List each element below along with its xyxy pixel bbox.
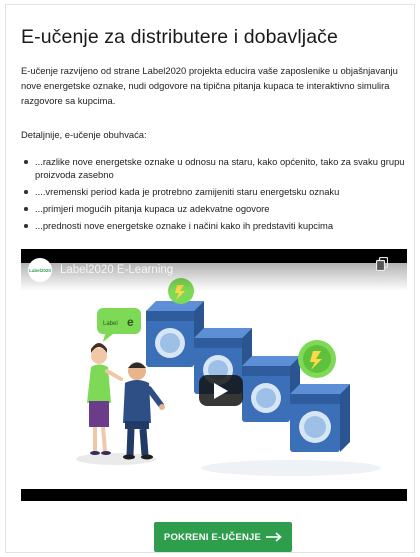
speech-bubble-icon: Label e	[97, 308, 141, 342]
start-elearning-button[interactable]: POKRENI E-UČENJE	[154, 522, 292, 552]
play-icon	[214, 382, 228, 399]
play-button[interactable]	[199, 375, 243, 406]
scene-label-text: Label	[103, 321, 118, 327]
energy-badge-icon	[298, 340, 336, 378]
content-card: E-učenje za distributere i dobavljače E-…	[5, 4, 415, 553]
start-elearning-label: POKRENI E-UČENJE	[163, 531, 262, 543]
video-title-bar: Label2020 Label2020 E-Learning Copy link	[21, 249, 407, 291]
arrow-right-icon	[266, 532, 282, 542]
list-item: ...prednosti nove energetske oznake i na…	[21, 219, 411, 232]
woman-figure	[87, 343, 123, 455]
washing-machine-4	[290, 384, 350, 452]
page-title: E-učenje za distributere i dobavljače	[21, 26, 338, 48]
copy-link-button[interactable]: Copy link	[369, 256, 395, 283]
svg-text:e: e	[127, 315, 134, 329]
topics-list: ...razlike nove energetske oznake u odno…	[21, 155, 411, 236]
details-heading: Detaljnije, e-učenje obuhvaća:	[21, 129, 147, 140]
video-thumbnail[interactable]: Label e	[21, 263, 407, 489]
list-item: ...razlike nove energetske oznake u odno…	[21, 155, 411, 181]
video-player[interactable]: Label e Label2020 Label2020 E-Learning C…	[21, 249, 407, 501]
copy-icon	[375, 256, 389, 272]
man-figure	[123, 362, 165, 460]
intro-paragraph: E-učenje razvijeno od strane Label2020 p…	[21, 65, 398, 106]
list-item: ....vremenski period kada je protrebno z…	[21, 185, 411, 198]
channel-logo[interactable]: Label2020	[28, 258, 52, 282]
copy-link-label: Copy link	[369, 277, 395, 283]
video-title[interactable]: Label2020 E-Learning	[60, 264, 173, 276]
list-item: ...primjeri mogućih pitanja kupaca uz ad…	[21, 202, 411, 215]
